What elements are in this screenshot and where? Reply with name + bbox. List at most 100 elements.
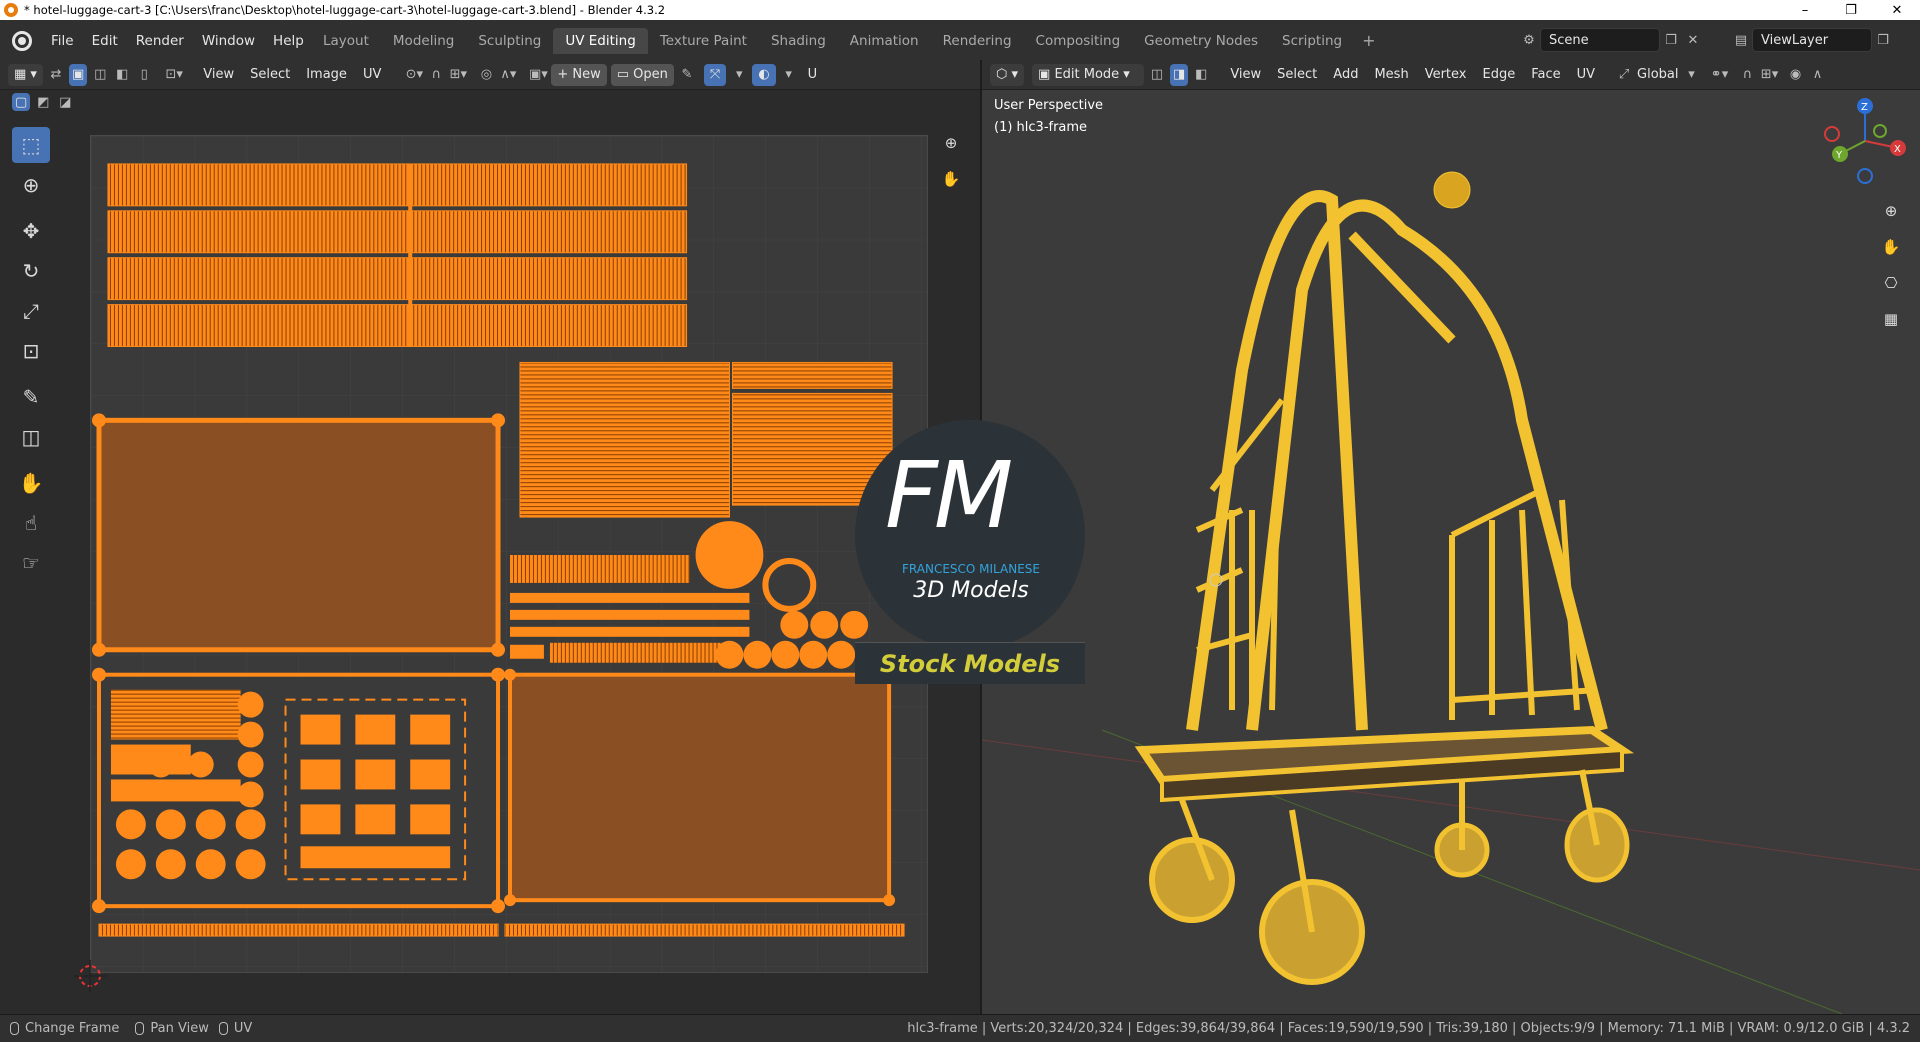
close-button[interactable]: ✕ [1874,0,1920,20]
viewport-menu-add[interactable]: Add [1325,67,1366,82]
pin-icon[interactable]: ✎ [676,64,698,86]
viewport-proportional-icon[interactable]: ◉ [1785,64,1807,86]
view-layer-field[interactable]: ViewLayer [1752,28,1872,52]
viewport-menu-select[interactable]: Select [1269,67,1325,82]
uv-canvas[interactable] [90,135,928,973]
viewport-editor-type-icon[interactable]: ⬡ ▾ [990,63,1025,86]
viewport-menu-edge[interactable]: Edge [1474,67,1523,82]
viewport-snap-icon[interactable]: ∩ [1737,64,1759,86]
delete-scene-icon[interactable]: ✕ [1682,29,1704,51]
navigation-gizmo[interactable]: Z X Y [1820,96,1910,186]
uv-zoom-icon[interactable]: ⊕ [938,130,964,156]
mode-selector[interactable]: ▣ Edit Mode ▾ [1032,63,1145,86]
pivot-icon[interactable]: ⊙▾ [403,64,425,86]
sync-selection-icon[interactable]: ⇄ [45,64,67,86]
move-tool-icon[interactable]: ✥ [12,213,50,249]
maximize-button[interactable]: ❐ [1828,0,1874,20]
editor-type-icon[interactable]: ▦ ▾ [8,63,43,86]
tab-texture-paint[interactable]: Texture Paint [648,28,759,54]
uv-toolbar: ⬚ ⊕ ✥ ↻ ⤢ ⊡ ✎ ◫ ✋ ☝ ☞ [8,125,54,585]
tab-compositing[interactable]: Compositing [1024,28,1133,54]
orientation-dropdown[interactable]: Global [1635,67,1680,82]
tab-animation[interactable]: Animation [838,28,931,54]
viewport-pan-icon[interactable]: ✋ [1878,234,1904,260]
viewport-menu-view[interactable]: View [1222,67,1269,82]
tab-shading[interactable]: Shading [759,28,838,54]
viewport-zoom-icon[interactable]: ⊕ [1878,198,1904,224]
viewport-menu-vertex[interactable]: Vertex [1417,67,1475,82]
select-subtract-icon[interactable]: ◪ [54,91,76,113]
view-layer-icon[interactable]: ▤ [1730,29,1752,51]
perspective-toggle-icon[interactable]: ▦ [1878,306,1904,332]
scene-field[interactable]: Scene [1540,28,1660,52]
uv-header-truncated[interactable]: U [800,67,826,82]
hint-change-frame: Change Frame [10,1021,119,1036]
tab-scripting[interactable]: Scripting [1270,28,1354,54]
transform-tool-icon[interactable]: ⊡ [12,333,50,369]
menu-edit[interactable]: Edit [83,33,127,49]
viewport-menu-face[interactable]: Face [1523,67,1568,82]
tab-geometry-nodes[interactable]: Geometry Nodes [1132,28,1270,54]
relax-tool-icon[interactable]: ☝ [12,505,50,541]
pinch-tool-icon[interactable]: ☞ [12,545,50,581]
cursor-tool-icon[interactable]: ⊕ [12,167,50,203]
viewport-menu-uv[interactable]: UV [1569,67,1603,82]
proportional-edit-icon[interactable]: ◎ [475,64,497,86]
viewport-menu-mesh[interactable]: Mesh [1366,67,1416,82]
overlays-dropdown-icon[interactable]: ▾ [778,64,800,86]
orientation-icon[interactable]: ⤢ [1613,64,1635,86]
uv-menu-view[interactable]: View [195,67,242,82]
rotate-tool-icon[interactable]: ↻ [12,253,50,289]
menu-window[interactable]: Window [193,33,264,49]
new-image-button[interactable]: + New [551,63,607,86]
edge-mode-icon[interactable]: ◨ [1170,63,1189,86]
rip-tool-icon[interactable]: ◫ [12,419,50,455]
image-browse-icon[interactable]: ▣▾ [527,64,549,86]
minimize-button[interactable]: – [1782,0,1828,20]
grab-tool-icon[interactable]: ✋ [12,465,50,501]
tab-rendering[interactable]: Rendering [931,28,1024,54]
uv-menu-image[interactable]: Image [298,67,355,82]
tab-layout[interactable]: Layout [311,28,381,54]
add-workspace-button[interactable]: + [1354,28,1383,54]
tab-modeling[interactable]: Modeling [381,28,466,54]
blender-logo-icon[interactable] [12,30,32,51]
3d-viewport[interactable]: User Perspective (1) hlc3-frame Z X Y ⊕ … [982,90,1920,1014]
face-mode-icon[interactable]: ◧ [1190,64,1212,86]
uv-menu-uv[interactable]: UV [355,67,389,82]
falloff-icon[interactable]: ∧▾ [497,64,519,86]
pivot-point-icon[interactable]: ⚭▾ [1709,64,1731,86]
uv-menu-select[interactable]: Select [242,67,298,82]
tab-uv-editing[interactable]: UV Editing [553,28,648,54]
vertex-select-mode-icon[interactable]: ▣ [68,63,88,86]
viewport-snap-target-icon[interactable]: ⊞▾ [1759,64,1781,86]
vertex-mode-icon[interactable]: ◫ [1146,64,1168,86]
menu-render[interactable]: Render [127,33,193,49]
scale-tool-icon[interactable]: ⤢ [12,293,50,329]
menu-file[interactable]: File [42,33,83,49]
new-scene-icon[interactable]: ❐ [1660,29,1682,51]
scene-icon[interactable]: ⚙ [1518,29,1540,51]
viewport-falloff-icon[interactable]: ∧ [1807,64,1829,86]
select-box-tool-icon[interactable]: ⬚ [12,127,50,163]
window-title-bar: * hotel-luggage-cart-3 [C:\Users\franc\D… [0,0,1920,20]
uv-pan-icon[interactable]: ✋ [938,166,964,192]
camera-view-icon[interactable]: ⎔ [1878,270,1904,296]
sticky-selection-icon[interactable]: ⊡▾ [163,64,185,86]
snap-dropdown-icon[interactable]: ▾ [728,64,750,86]
select-extend-icon[interactable]: ◩ [32,91,54,113]
edge-select-mode-icon[interactable]: ◫ [89,64,111,86]
face-select-mode-icon[interactable]: ◧ [111,64,133,86]
select-new-icon[interactable]: ▢ [12,93,31,111]
snap-target-icon[interactable]: ⊞▾ [447,64,469,86]
luggage-cart-mesh [1134,171,1635,985]
island-select-mode-icon[interactable]: ▯ [133,64,155,86]
menu-help[interactable]: Help [264,33,313,49]
new-view-layer-icon[interactable]: ❐ [1872,29,1894,51]
annotate-tool-icon[interactable]: ✎ [12,379,50,415]
tab-sculpting[interactable]: Sculpting [466,28,553,54]
uv-snap-icon[interactable]: ⤧ [703,63,727,86]
overlays-icon[interactable]: ◐ [752,63,776,86]
open-image-button[interactable]: ▭ Open [610,63,674,86]
snap-icon[interactable]: ∩ [425,64,447,86]
